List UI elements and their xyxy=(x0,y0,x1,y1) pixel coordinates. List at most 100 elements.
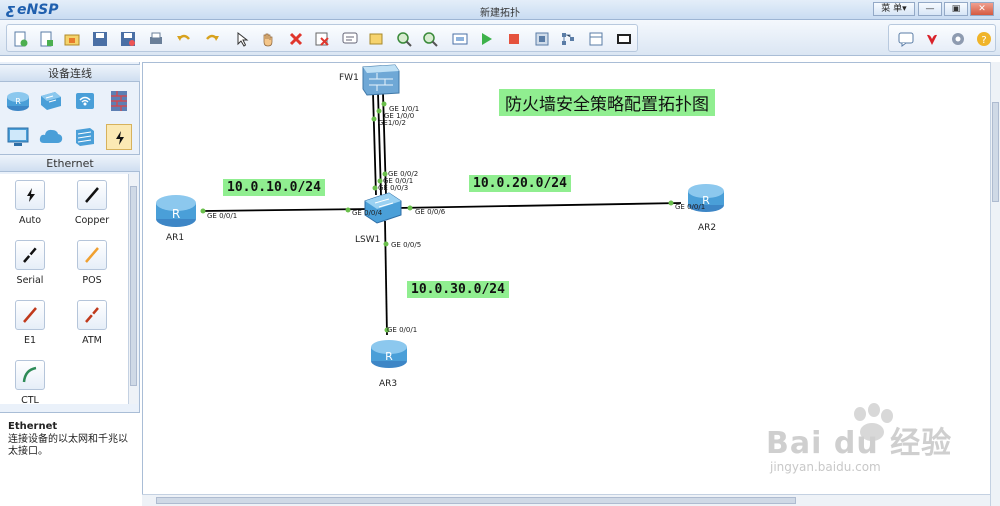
text-icon[interactable] xyxy=(341,30,358,47)
save-icon[interactable] xyxy=(91,30,108,47)
cable-copper[interactable]: Copper xyxy=(72,180,112,226)
menu-button[interactable]: 菜 单▾ xyxy=(873,2,915,16)
port-dot xyxy=(200,208,206,214)
link-lsw1-ar3[interactable] xyxy=(384,220,388,336)
scrollbar-thumb[interactable] xyxy=(130,186,137,386)
router-icon[interactable]: R xyxy=(156,195,196,227)
baidu-watermark: Bai du 经验 jingyan.baidu.com xyxy=(766,402,966,482)
close-button[interactable]: ✕ xyxy=(970,2,994,16)
port-label: GE 0/0/3 xyxy=(378,184,409,192)
cable-label: Copper xyxy=(74,215,110,226)
new-topology-icon[interactable] xyxy=(11,30,28,47)
watermark-brand: Bai du 经验 xyxy=(766,426,953,461)
toolbar-main-group xyxy=(6,24,638,52)
firewall-icon[interactable] xyxy=(362,64,400,96)
save-as-icon[interactable] xyxy=(119,30,136,47)
auto-cable-icon xyxy=(27,188,35,202)
stop-device-icon[interactable] xyxy=(505,30,522,47)
switch-icon[interactable] xyxy=(364,192,402,224)
restore-button[interactable]: ▣ xyxy=(944,2,968,16)
cable-label: Serial xyxy=(16,275,44,286)
ctl-cable-icon xyxy=(22,366,37,383)
settings-icon[interactable] xyxy=(949,30,966,47)
firewall-icon[interactable] xyxy=(106,88,132,114)
topology-icon[interactable] xyxy=(559,30,576,47)
port-dot xyxy=(372,185,378,191)
connection-icon[interactable] xyxy=(106,124,132,150)
port-dot xyxy=(345,207,351,213)
device-label-ar1[interactable]: AR1 xyxy=(166,233,184,243)
device-label-fw1[interactable]: FW1 xyxy=(339,73,359,83)
serial-cable-icon xyxy=(23,247,37,263)
help-icon[interactable]: ? xyxy=(975,30,992,47)
description-text: 连接设备的以太网和千兆以太接口。 xyxy=(8,434,128,457)
title-bar: ƹ eNSP 新建拓扑 菜 单▾ — ▣ ✕ xyxy=(0,0,1000,20)
router-icon[interactable]: R xyxy=(371,340,407,368)
router-icon[interactable]: R xyxy=(5,88,31,114)
device-label-ar2[interactable]: AR2 xyxy=(698,223,716,233)
cable-label: POS xyxy=(82,275,102,286)
cable-atm[interactable]: ATM xyxy=(72,300,112,346)
cable-label: CTL xyxy=(21,395,39,406)
watermark-url: jingyan.baidu.com xyxy=(770,460,881,474)
link-fw1-lsw1-1[interactable] xyxy=(372,92,377,196)
network-label[interactable]: 10.0.10.0/24 xyxy=(223,179,325,196)
svg-text:?: ? xyxy=(981,35,986,46)
scrollbar-thumb[interactable] xyxy=(992,102,999,202)
cable-ctl[interactable]: CTL xyxy=(10,360,50,406)
scrollbar-thumb[interactable] xyxy=(156,497,796,504)
screenshot-icon[interactable] xyxy=(615,30,632,47)
select-icon[interactable] xyxy=(233,30,250,47)
rectangle-icon[interactable] xyxy=(367,30,384,47)
huawei-icon[interactable] xyxy=(923,30,940,47)
feedback-icon[interactable] xyxy=(897,30,914,47)
port-label: GE 0/0/1 xyxy=(675,203,706,211)
cable-e1[interactable]: E1 xyxy=(10,300,50,346)
network-label[interactable]: 10.0.30.0/24 xyxy=(407,281,509,298)
open-icon[interactable] xyxy=(63,30,80,47)
wlan-icon[interactable] xyxy=(72,88,98,114)
minimize-button[interactable]: — xyxy=(918,2,942,16)
grid-icon[interactable] xyxy=(587,30,604,47)
svg-text:R: R xyxy=(15,97,21,106)
e1-cable-icon xyxy=(23,307,37,323)
start-device-icon[interactable] xyxy=(477,30,494,47)
diagram-title[interactable]: 防火墙安全策略配置拓扑图 xyxy=(499,89,715,116)
pan-hand-icon[interactable] xyxy=(259,30,276,47)
svg-text:R: R xyxy=(172,207,180,221)
server-icon[interactable] xyxy=(72,124,98,150)
port-label: GE 0/0/4 xyxy=(352,209,383,217)
link-ar1-lsw1[interactable] xyxy=(202,208,370,212)
cable-serial[interactable]: Serial xyxy=(10,240,50,286)
redo-icon[interactable] xyxy=(203,30,220,47)
description-panel: Ethernet 连接设备的以太网和千兆以太接口。 xyxy=(0,412,140,506)
fit-screen-icon[interactable] xyxy=(451,30,468,47)
pc-icon[interactable] xyxy=(5,124,31,150)
new-example-icon[interactable] xyxy=(37,30,54,47)
zoom-in-icon[interactable] xyxy=(395,30,412,47)
device-label-lsw1[interactable]: LSW1 xyxy=(355,235,380,245)
cloud-icon[interactable] xyxy=(38,124,64,150)
cable-pos[interactable]: POS xyxy=(72,240,112,286)
undo-icon[interactable] xyxy=(175,30,192,47)
delete-link-icon[interactable] xyxy=(313,30,330,47)
cable-list-scrollbar[interactable] xyxy=(128,174,138,404)
canvas-horizontal-scrollbar[interactable] xyxy=(142,494,990,506)
port-label: GE 0/0/1 xyxy=(207,212,238,220)
network-label[interactable]: 10.0.20.0/24 xyxy=(469,175,571,192)
description-title: Ethernet xyxy=(8,421,58,432)
zoom-out-icon[interactable] xyxy=(421,30,438,47)
toolbar-side-group: ? xyxy=(888,24,996,52)
delete-icon[interactable] xyxy=(287,30,304,47)
port-dot xyxy=(668,200,674,206)
device-panel-header: 设备连线 xyxy=(0,64,140,82)
device-label-ar3[interactable]: AR3 xyxy=(379,379,397,389)
pos-cable-icon xyxy=(85,247,99,263)
print-icon[interactable] xyxy=(147,30,164,47)
capture-icon[interactable] xyxy=(533,30,550,47)
cable-auto[interactable]: Auto xyxy=(10,180,50,226)
svg-text:R: R xyxy=(385,350,393,363)
canvas-vertical-scrollbar[interactable] xyxy=(990,62,1000,506)
port-dot xyxy=(381,101,387,107)
switch-icon[interactable] xyxy=(38,88,64,114)
